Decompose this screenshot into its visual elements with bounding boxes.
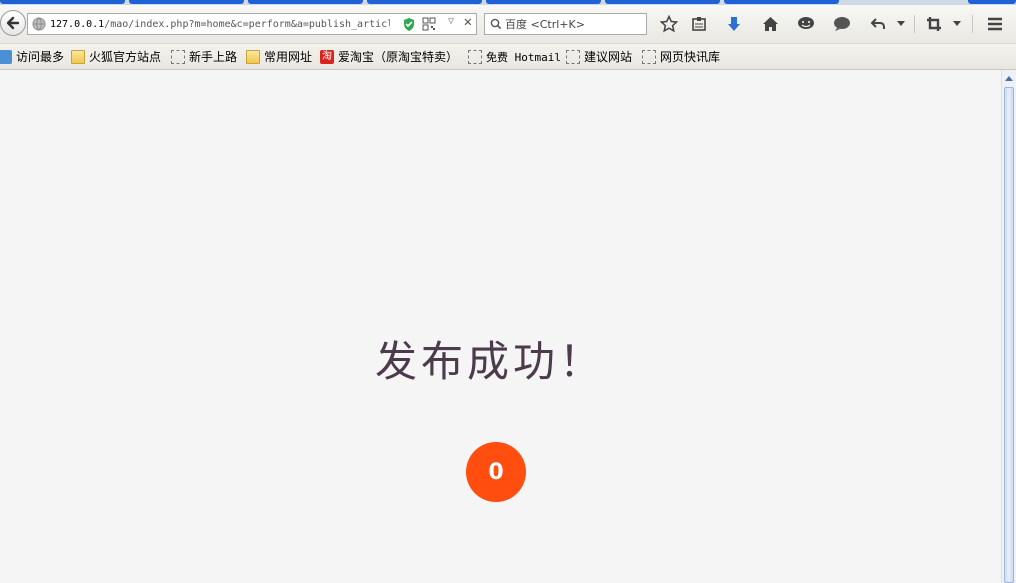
back-icon (6, 16, 20, 30)
undo-icon[interactable] (868, 14, 888, 34)
bookmark-label: 网页快讯库 (660, 50, 721, 64)
crop-dropdown-icon[interactable] (950, 14, 964, 34)
bookmark-item[interactable]: 建议网站 (566, 48, 632, 65)
download-icon[interactable] (724, 14, 744, 34)
bookmark-item[interactable]: 网页快讯库 (642, 48, 720, 65)
bookmark-label: 建议网站 (584, 50, 633, 64)
home-icon[interactable] (760, 14, 780, 34)
success-message: 发布成功！ (374, 337, 605, 386)
scroll-thumb[interactable] (1004, 87, 1014, 583)
tab[interactable] (968, 0, 1016, 4)
tab[interactable] (724, 0, 839, 4)
web-icon (0, 49, 12, 64)
qr-icon[interactable] (422, 17, 436, 34)
star-icon[interactable] (659, 14, 679, 34)
bookmark-item[interactable]: 新手上路 (171, 48, 237, 65)
close-icon[interactable]: ✕ (464, 14, 472, 30)
tab[interactable] (367, 0, 482, 4)
countdown-badge: 0 (466, 442, 526, 502)
address-text[interactable]: 127.0.0.1/mao/index.php?m=home&c=perform… (50, 19, 390, 30)
bookmark-item[interactable]: 访问最多 (0, 48, 64, 65)
reading-list-icon[interactable] (689, 14, 709, 34)
folder-icon (246, 49, 260, 64)
dropdown-icon[interactable]: ▽ (448, 16, 454, 27)
tab[interactable] (129, 0, 244, 4)
tab[interactable] (0, 0, 125, 4)
bookmark-label: 新手上路 (189, 50, 238, 64)
bookmark-label: 火狐官方站点 (89, 50, 162, 64)
search-placeholder: 百度 <Ctrl+K> (505, 18, 585, 31)
address-host: 127.0.0.1 (50, 18, 105, 30)
search-icon (490, 18, 502, 30)
shield-icon[interactable] (402, 17, 416, 35)
tab[interactable] (248, 0, 363, 4)
bookmark-label: 爱淘宝（原淘宝特卖） (338, 50, 459, 64)
tab[interactable] (486, 0, 601, 4)
undo-dropdown-icon[interactable] (894, 14, 908, 34)
speech-icon[interactable] (832, 14, 852, 34)
toolbar-separator (914, 15, 915, 33)
page-content: 发布成功！ 0 (0, 70, 1001, 583)
address-bar[interactable]: 127.0.0.1/mao/index.php?m=home&c=perform… (27, 13, 477, 35)
bookmark-item[interactable]: 免费 Hotmail (468, 48, 561, 65)
tab[interactable] (605, 0, 720, 4)
bookmark-icon (468, 49, 482, 64)
menu-icon[interactable] (985, 14, 1005, 34)
navigation-toolbar: 127.0.0.1/mao/index.php?m=home&c=perform… (0, 5, 1016, 44)
vertical-scrollbar[interactable] (1001, 70, 1016, 583)
bookmark-label: 常用网址 (264, 50, 313, 64)
bookmark-label: 免费 Hotmail (486, 50, 561, 64)
globe-icon (32, 17, 46, 31)
scroll-up-arrow-icon[interactable] (1003, 71, 1015, 85)
bookmark-label: 访问最多 (16, 50, 65, 64)
search-bar[interactable]: 百度 <Ctrl+K> (484, 13, 647, 35)
chat-icon[interactable] (796, 14, 816, 34)
bookmarks-toolbar: 访问最多 火狐官方站点 新手上路 常用网址 淘 爱淘宝（原淘宝特卖） 免费 Ho… (0, 44, 1016, 70)
address-path: /mao/index.php?m=home&c=perform&a=publis… (104, 18, 390, 30)
bookmark-folder[interactable]: 火狐官方站点 (71, 48, 161, 65)
crop-icon[interactable] (924, 14, 944, 34)
taobao-icon: 淘 (320, 49, 334, 64)
bookmark-icon (642, 49, 656, 64)
back-button[interactable] (0, 10, 26, 36)
bookmark-icon (171, 49, 185, 64)
bookmark-icon (566, 49, 580, 64)
toolbar-separator (972, 15, 973, 33)
folder-icon (71, 49, 85, 64)
bookmark-folder[interactable]: 常用网址 (246, 48, 312, 65)
bookmark-item[interactable]: 淘 爱淘宝（原淘宝特卖） (320, 48, 458, 65)
